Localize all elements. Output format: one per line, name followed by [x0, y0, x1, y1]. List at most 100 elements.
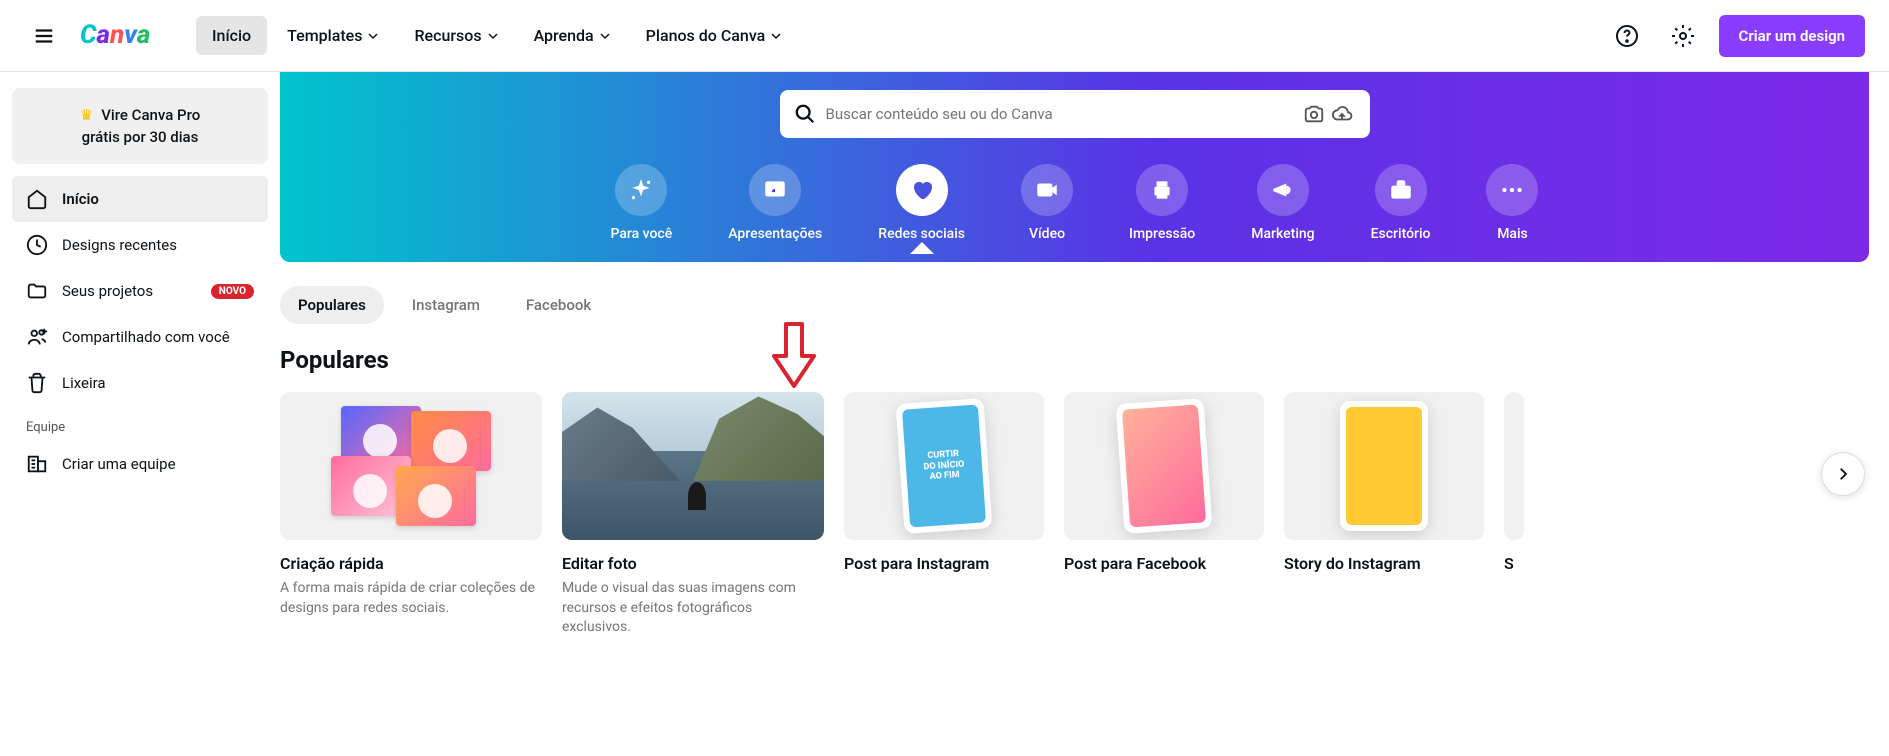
category-more[interactable]: Mais [1486, 164, 1538, 242]
nav-plans[interactable]: Planos do Canva [630, 16, 798, 55]
canva-logo[interactable]: Canva [80, 19, 172, 53]
megaphone-icon [1270, 177, 1296, 203]
category-label: Vídeo [1029, 226, 1065, 242]
search-input[interactable] [816, 105, 1300, 123]
card-thumbnail [1284, 392, 1484, 540]
topbar-right: Criar um design [1607, 15, 1865, 57]
filter-tabs: Populares Instagram Facebook [280, 262, 1869, 324]
card-title: Story do Instagram [1284, 554, 1484, 573]
card-description: A forma mais rápida de criar coleções de… [280, 579, 542, 618]
category-print[interactable]: Impressão [1129, 164, 1195, 242]
card-instagram-story[interactable]: Story do Instagram [1284, 392, 1484, 638]
settings-button[interactable] [1663, 16, 1703, 56]
category-video[interactable]: Vídeo [1021, 164, 1073, 242]
card-title: Editar foto [562, 554, 824, 573]
chevron-right-icon [1834, 465, 1852, 483]
sidebar-item-projects[interactable]: Seus projetos NOVO [12, 268, 268, 314]
card-partial[interactable]: S [1504, 392, 1524, 638]
category-presentations[interactable]: Apresentações [728, 164, 822, 242]
more-icon [1499, 177, 1525, 203]
search-camera-button[interactable] [1300, 100, 1328, 128]
camera-icon [1303, 103, 1325, 125]
video-icon [1034, 177, 1060, 203]
briefcase-icon [1388, 177, 1414, 203]
category-label: Redes sociais [878, 226, 965, 242]
sidebar-item-home[interactable]: Início [12, 176, 268, 222]
nav-templates-label: Templates [287, 26, 362, 45]
cloud-upload-icon [1331, 103, 1353, 125]
card-quick-create[interactable]: Criação rápida A forma mais rápida de cr… [280, 392, 542, 638]
pro-upgrade-banner[interactable]: ♛ Vire Canva Pro grátis por 30 dias [12, 88, 268, 164]
home-icon [26, 188, 48, 210]
active-arrow-icon [910, 242, 934, 254]
card-thumbnail [562, 392, 824, 540]
category-office[interactable]: Escritório [1371, 164, 1431, 242]
folder-icon [26, 280, 48, 302]
card-thumbnail [280, 392, 542, 540]
template-cards: Criação rápida A forma mais rápida de cr… [280, 392, 1869, 638]
logo-icon: Canva [80, 19, 172, 49]
sidebar-item-create-team[interactable]: Criar uma equipe [12, 441, 268, 487]
presentation-icon [762, 177, 788, 203]
nav-home[interactable]: Início [196, 16, 267, 55]
content-area: ♛ Vire Canva Pro grátis por 30 dias Iníc… [0, 72, 1889, 638]
card-thumbnail: CURTIR DO INÍCIO AO FIM [844, 392, 1044, 540]
card-thumbnail [1504, 392, 1524, 540]
category-social[interactable]: Redes sociais [878, 164, 965, 242]
nav-resources[interactable]: Recursos [398, 16, 513, 55]
nav-learn[interactable]: Aprenda [518, 16, 626, 55]
section-title: Populares [280, 324, 1869, 392]
card-edit-photo[interactable]: Editar foto Mude o visual das suas image… [562, 392, 824, 638]
search-icon [794, 103, 816, 125]
sidebar-item-recent[interactable]: Designs recentes [12, 222, 268, 268]
chevron-down-icon [488, 31, 498, 41]
tab-facebook[interactable]: Facebook [508, 286, 609, 324]
search-wrap [760, 90, 1390, 138]
tab-popular[interactable]: Populares [280, 286, 384, 324]
card-instagram-post[interactable]: CURTIR DO INÍCIO AO FIM Post para Instag… [844, 392, 1044, 638]
clock-icon [26, 234, 48, 256]
svg-text:Canva: Canva [80, 20, 150, 49]
nav-plans-label: Planos do Canva [646, 26, 766, 45]
building-icon [26, 453, 48, 475]
hamburger-menu[interactable] [24, 16, 64, 56]
category-label: Para você [611, 226, 673, 242]
crown-icon: ♛ [80, 106, 93, 124]
sidebar-item-label: Designs recentes [62, 236, 177, 254]
card-title: Criação rápida [280, 554, 542, 573]
nav-items: Início Templates Recursos Aprenda Planos… [196, 16, 797, 55]
nav-templates[interactable]: Templates [271, 16, 394, 55]
pro-banner-line1: ♛ Vire Canva Pro [28, 106, 252, 124]
phone-text: CURTIR DO INÍCIO AO FIM [902, 404, 986, 527]
hero-banner: Para você Apresentações Redes sociais Ví… [280, 72, 1869, 262]
top-navbar: Canva Início Templates Recursos Aprenda … [0, 0, 1889, 72]
annotation-arrow-icon [770, 320, 818, 390]
nav-learn-label: Aprenda [534, 26, 594, 45]
pro-banner-line2: grátis por 30 dias [28, 128, 252, 146]
search-bar[interactable] [780, 90, 1370, 138]
card-title: S [1504, 554, 1524, 573]
sidebar-item-trash[interactable]: Lixeira [12, 360, 268, 406]
category-label: Marketing [1251, 226, 1314, 242]
trash-icon [26, 372, 48, 394]
gear-icon [1671, 24, 1695, 48]
new-badge: NOVO [211, 284, 254, 299]
category-label: Impressão [1129, 226, 1195, 242]
card-title: Post para Instagram [844, 554, 1044, 573]
carousel-next-button[interactable] [1821, 452, 1865, 496]
printer-icon [1149, 177, 1175, 203]
tab-instagram[interactable]: Instagram [394, 286, 498, 324]
search-upload-button[interactable] [1328, 100, 1356, 128]
sidebar-item-shared[interactable]: Compartilhado com você [12, 314, 268, 360]
category-marketing[interactable]: Marketing [1251, 164, 1314, 242]
sidebar-item-label: Início [62, 190, 99, 208]
menu-icon [33, 25, 55, 47]
sparkle-icon [628, 177, 654, 203]
category-for-you[interactable]: Para você [611, 164, 673, 242]
nav-home-label: Início [212, 26, 251, 45]
card-facebook-post[interactable]: Post para Facebook [1064, 392, 1264, 638]
help-button[interactable] [1607, 16, 1647, 56]
create-design-button[interactable]: Criar um design [1719, 15, 1865, 57]
category-label: Apresentações [728, 226, 822, 242]
sidebar-item-label: Compartilhado com você [62, 328, 230, 346]
